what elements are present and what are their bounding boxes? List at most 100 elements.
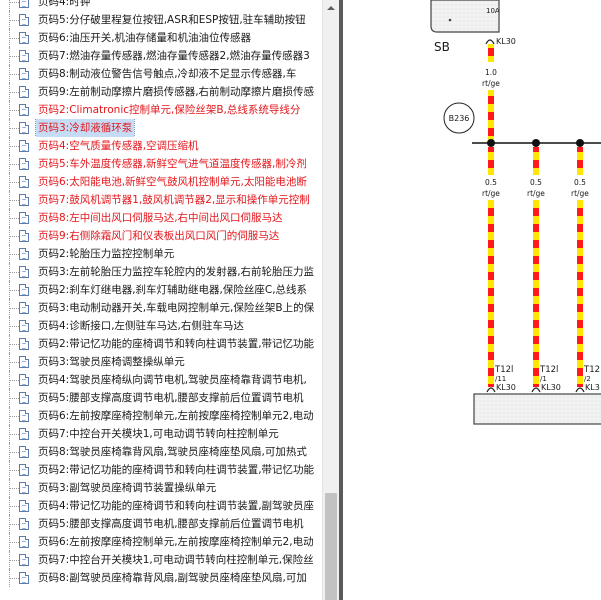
tree-item-label: 页码8:驾驶员座椅靠背风扇,驾驶员座椅座垫风扇,可加热式 (38, 446, 307, 458)
document-icon (19, 410, 29, 422)
tree-item[interactable]: 页码3:左前轮胎压力监控车轮腔内的发射器,右前轮胎压力监 (0, 263, 322, 281)
document-icon (19, 266, 29, 278)
tree-item[interactable]: 页码4:诊断接口,左侧驻车马达,右侧驻车马达 (0, 317, 322, 335)
tree-item[interactable]: 页码3:副驾驶员座椅调节装置操纵单元 (0, 479, 322, 497)
tree-item-label: 页码8:制动液位警告信号触点,冷却液不足显示传感器,车 (38, 68, 297, 80)
tree-item-label: 页码6:左前按摩座椅控制单元,左前按摩座椅控制单元2,电动 (38, 536, 314, 548)
tree-item[interactable]: 页码2:带记忆功能的座椅调节和转向柱调节装置,带记忆功能 (0, 461, 322, 479)
document-icon (19, 284, 29, 296)
document-icon (19, 0, 29, 8)
tree-item[interactable]: 页码7:燃油存量传感器,燃油存量传感器2,燃油存量传感器3 (0, 47, 322, 65)
main-wire-gauge: 1.0 (485, 68, 497, 77)
document-icon (19, 104, 29, 116)
tree-item-label: 页码5:腰部支撑高度调节电机,腰部支撑前后位置调节电机 (38, 518, 304, 530)
tree-item-label: 页码8:左中间出风口伺服马达,右中间出风口伺服马达 (38, 212, 283, 224)
tree-item-label: 页码5:分仔破里程复位按钮,ASR和ESP按钮,驻车辅助按钮 (38, 14, 306, 26)
connector-2-id: T12l (539, 365, 558, 375)
tree-item-label: 页码7:燃油存量传感器,燃油存量传感器2,燃油存量传感器3 (38, 50, 310, 62)
branch-1-color-code: rt/ge (482, 189, 500, 198)
document-icon (19, 482, 29, 494)
tree-item[interactable]: 页码8:副驾驶员座椅靠背风扇,副驾驶员座椅座垫风扇,可加 (0, 569, 322, 587)
document-icon (19, 158, 29, 170)
terminal-1-label: KL30 (496, 383, 516, 392)
fuse-terminal-arrow-icon (485, 39, 495, 45)
connector-arrow-icon (531, 387, 541, 393)
connector-arrow-icon (486, 387, 496, 393)
tree-item[interactable]: 页码4:空气质量传感器,空调压缩机 (0, 137, 322, 155)
tree-item[interactable]: 页码8:制动液位警告信号触点,冷却液不足显示传感器,车 (0, 65, 322, 83)
tree-item[interactable]: 页码6:太阳能电池,新鲜空气鼓风机控制单元,太阳能电池断 (0, 173, 322, 191)
tree-item[interactable]: 页码4:驾驶员座椅纵向调节电机,驾驶员座椅靠背调节电机, (0, 371, 322, 389)
tree-item-label: 页码4:带记忆功能的座椅调节和转向柱调节装置,副驾驶员座 (38, 500, 315, 512)
tree-item[interactable]: 页码7:中控台开关模块1,可电动调节转向柱控制单元,保险丝 (0, 551, 322, 569)
tree-item[interactable]: 页码6:左前按摩座椅控制单元,左前按摩座椅控制单元2,电动 (0, 533, 322, 551)
document-icon (19, 14, 29, 26)
document-icon (19, 86, 29, 98)
tree-item-label: 页码4:空气质量传感器,空调压缩机 (38, 140, 199, 152)
document-icon (19, 536, 29, 548)
scroll-up-arrow-icon[interactable] (323, 0, 339, 16)
document-icon (19, 338, 29, 350)
fuse-terminal-label: KL30 (496, 37, 516, 46)
tree-item-label: 页码9:右侧除霜风门和仪表板出风口风门的伺服马达 (38, 230, 280, 242)
document-icon (19, 446, 29, 458)
tree-item[interactable]: 页码3:驾驶员座椅调整操纵单元 (0, 353, 322, 371)
connector-1-id: T12l (494, 365, 513, 375)
tree-item[interactable]: 页码6:左前按摩座椅控制单元,左前按摩座椅控制单元2,电动 (0, 407, 322, 425)
document-icon (19, 356, 29, 368)
vertical-scrollbar[interactable] (322, 0, 339, 600)
document-icon (19, 464, 29, 476)
tree-item[interactable]: 页码7:中控台开关模块1,可电动调节转向柱控制单元 (0, 425, 322, 443)
document-icon (19, 392, 29, 404)
connector-3-id: T12 (583, 365, 600, 375)
document-icon (19, 176, 29, 188)
scroll-thumb[interactable] (325, 493, 337, 600)
tree-item[interactable]: 页码9:左前制动摩擦片磨损传感器,右前制动摩擦片磨损传感 (0, 83, 322, 101)
tree-item[interactable]: 页码3:冷却液循环泵 (0, 119, 322, 137)
tree-item-label: 页码7:中控台开关模块1,可电动调节转向柱控制单元 (38, 428, 279, 440)
wiring-diagram[interactable]: 10A SB KL30 1.0 rt/ge B236 0.5 rt/ge 0.5… (343, 0, 601, 600)
tree-item-label: 页码6:左前按摩座椅控制单元,左前按摩座椅控制单元2,电动 (38, 410, 314, 422)
tree-item-label: 页码4:驾驶员座椅纵向调节电机,驾驶员座椅靠背调节电机, (38, 374, 307, 386)
tree-item[interactable]: 页码5:分仔破里程复位按钮,ASR和ESP按钮,驻车辅助按钮 (0, 11, 322, 29)
document-icon (19, 554, 29, 566)
tree-item[interactable]: 页码4:时钟 (0, 0, 322, 11)
document-icon (19, 194, 29, 206)
tree-item[interactable]: 页码2:轮胎压力监控控制单元 (0, 245, 322, 263)
tree-item-label: 页码2:刹车灯继电器,刹车灯辅助继电器,保险丝座C,总线系 (38, 284, 308, 296)
document-icon (19, 518, 29, 530)
tree-item[interactable]: 页码5:车外温度传感器,新鲜空气进气道温度传感器,制冷剂 (0, 155, 322, 173)
tree-item[interactable]: 页码8:左中间出风口伺服马达,右中间出风口伺服马达 (0, 209, 322, 227)
connector-3-pin: /2 (584, 375, 591, 383)
tree-item[interactable]: 页码6:油压开关,机油存储量和机油油位传感器 (0, 29, 322, 47)
document-icon (19, 320, 29, 332)
connector-1-pin: /11 (495, 375, 506, 383)
tree-item[interactable]: 页码3:电动制动器开关,车载电网控制单元,保险丝架B上的保 (0, 299, 322, 317)
tree-item-label: 页码4:诊断接口,左侧驻车马达,右侧驻车马达 (38, 320, 244, 332)
tree-item-label: 页码2:轮胎压力监控控制单元 (38, 248, 175, 260)
tree-item[interactable]: 页码8:驾驶员座椅靠背风扇,驾驶员座椅座垫风扇,可加热式 (0, 443, 322, 461)
document-icon (19, 122, 29, 134)
tree-item[interactable]: 页码5:腰部支撑高度调节电机,腰部支撑前后位置调节电机 (0, 389, 322, 407)
tree-list: 页码4:时钟页码5:分仔破里程复位按钮,ASR和ESP按钮,驻车辅助按钮 页码6:… (0, 0, 322, 587)
tree-item[interactable]: 页码4:带记忆功能的座椅调节和转向柱调节装置,副驾驶员座 (0, 497, 322, 515)
branch-1-gauge: 0.5 (485, 178, 497, 187)
tree-item-label: 页码7:中控台开关模块1,可电动调节转向柱控制单元,保险丝 (38, 554, 314, 566)
document-icon (19, 140, 29, 152)
tree-item[interactable]: 页码2:带记忆功能的座椅调节和转向柱调节装置,带记忆功能 (0, 335, 322, 353)
fuse-box-sb (430, 0, 500, 33)
junction-node (487, 139, 495, 147)
tree-item[interactable]: 页码2:刹车灯继电器,刹车灯辅助继电器,保险丝座C,总线系 (0, 281, 322, 299)
control-unit-block (473, 393, 601, 425)
tree-item-label: 页码6:太阳能电池,新鲜空气鼓风机控制单元,太阳能电池断 (38, 176, 307, 188)
tree-item[interactable]: 页码9:右侧除霜风门和仪表板出风口风门的伺服马达 (0, 227, 322, 245)
branch-2-gauge: 0.5 (530, 178, 542, 187)
tree-item-label: 页码6:油压开关,机油存储量和机油油位传感器 (38, 32, 252, 44)
tree-item[interactable]: 页码5:腰部支撑高度调节电机,腰部支撑前后位置调节电机 (0, 515, 322, 533)
tree-item[interactable]: 页码2:Climatronic控制单元,保险丝架B,总线系统导线分 (0, 101, 322, 119)
tree-item-label: 页码4:时钟 (38, 0, 91, 8)
tree-item[interactable]: 页码7:鼓风机调节器1,鼓风机调节器2,显示和操作单元控制 (0, 191, 322, 209)
component-b236-label: B236 (449, 114, 470, 123)
fuse-dot (448, 18, 452, 22)
tree-item-label: 页码5:车外温度传感器,新鲜空气进气道温度传感器,制冷剂 (38, 158, 307, 170)
